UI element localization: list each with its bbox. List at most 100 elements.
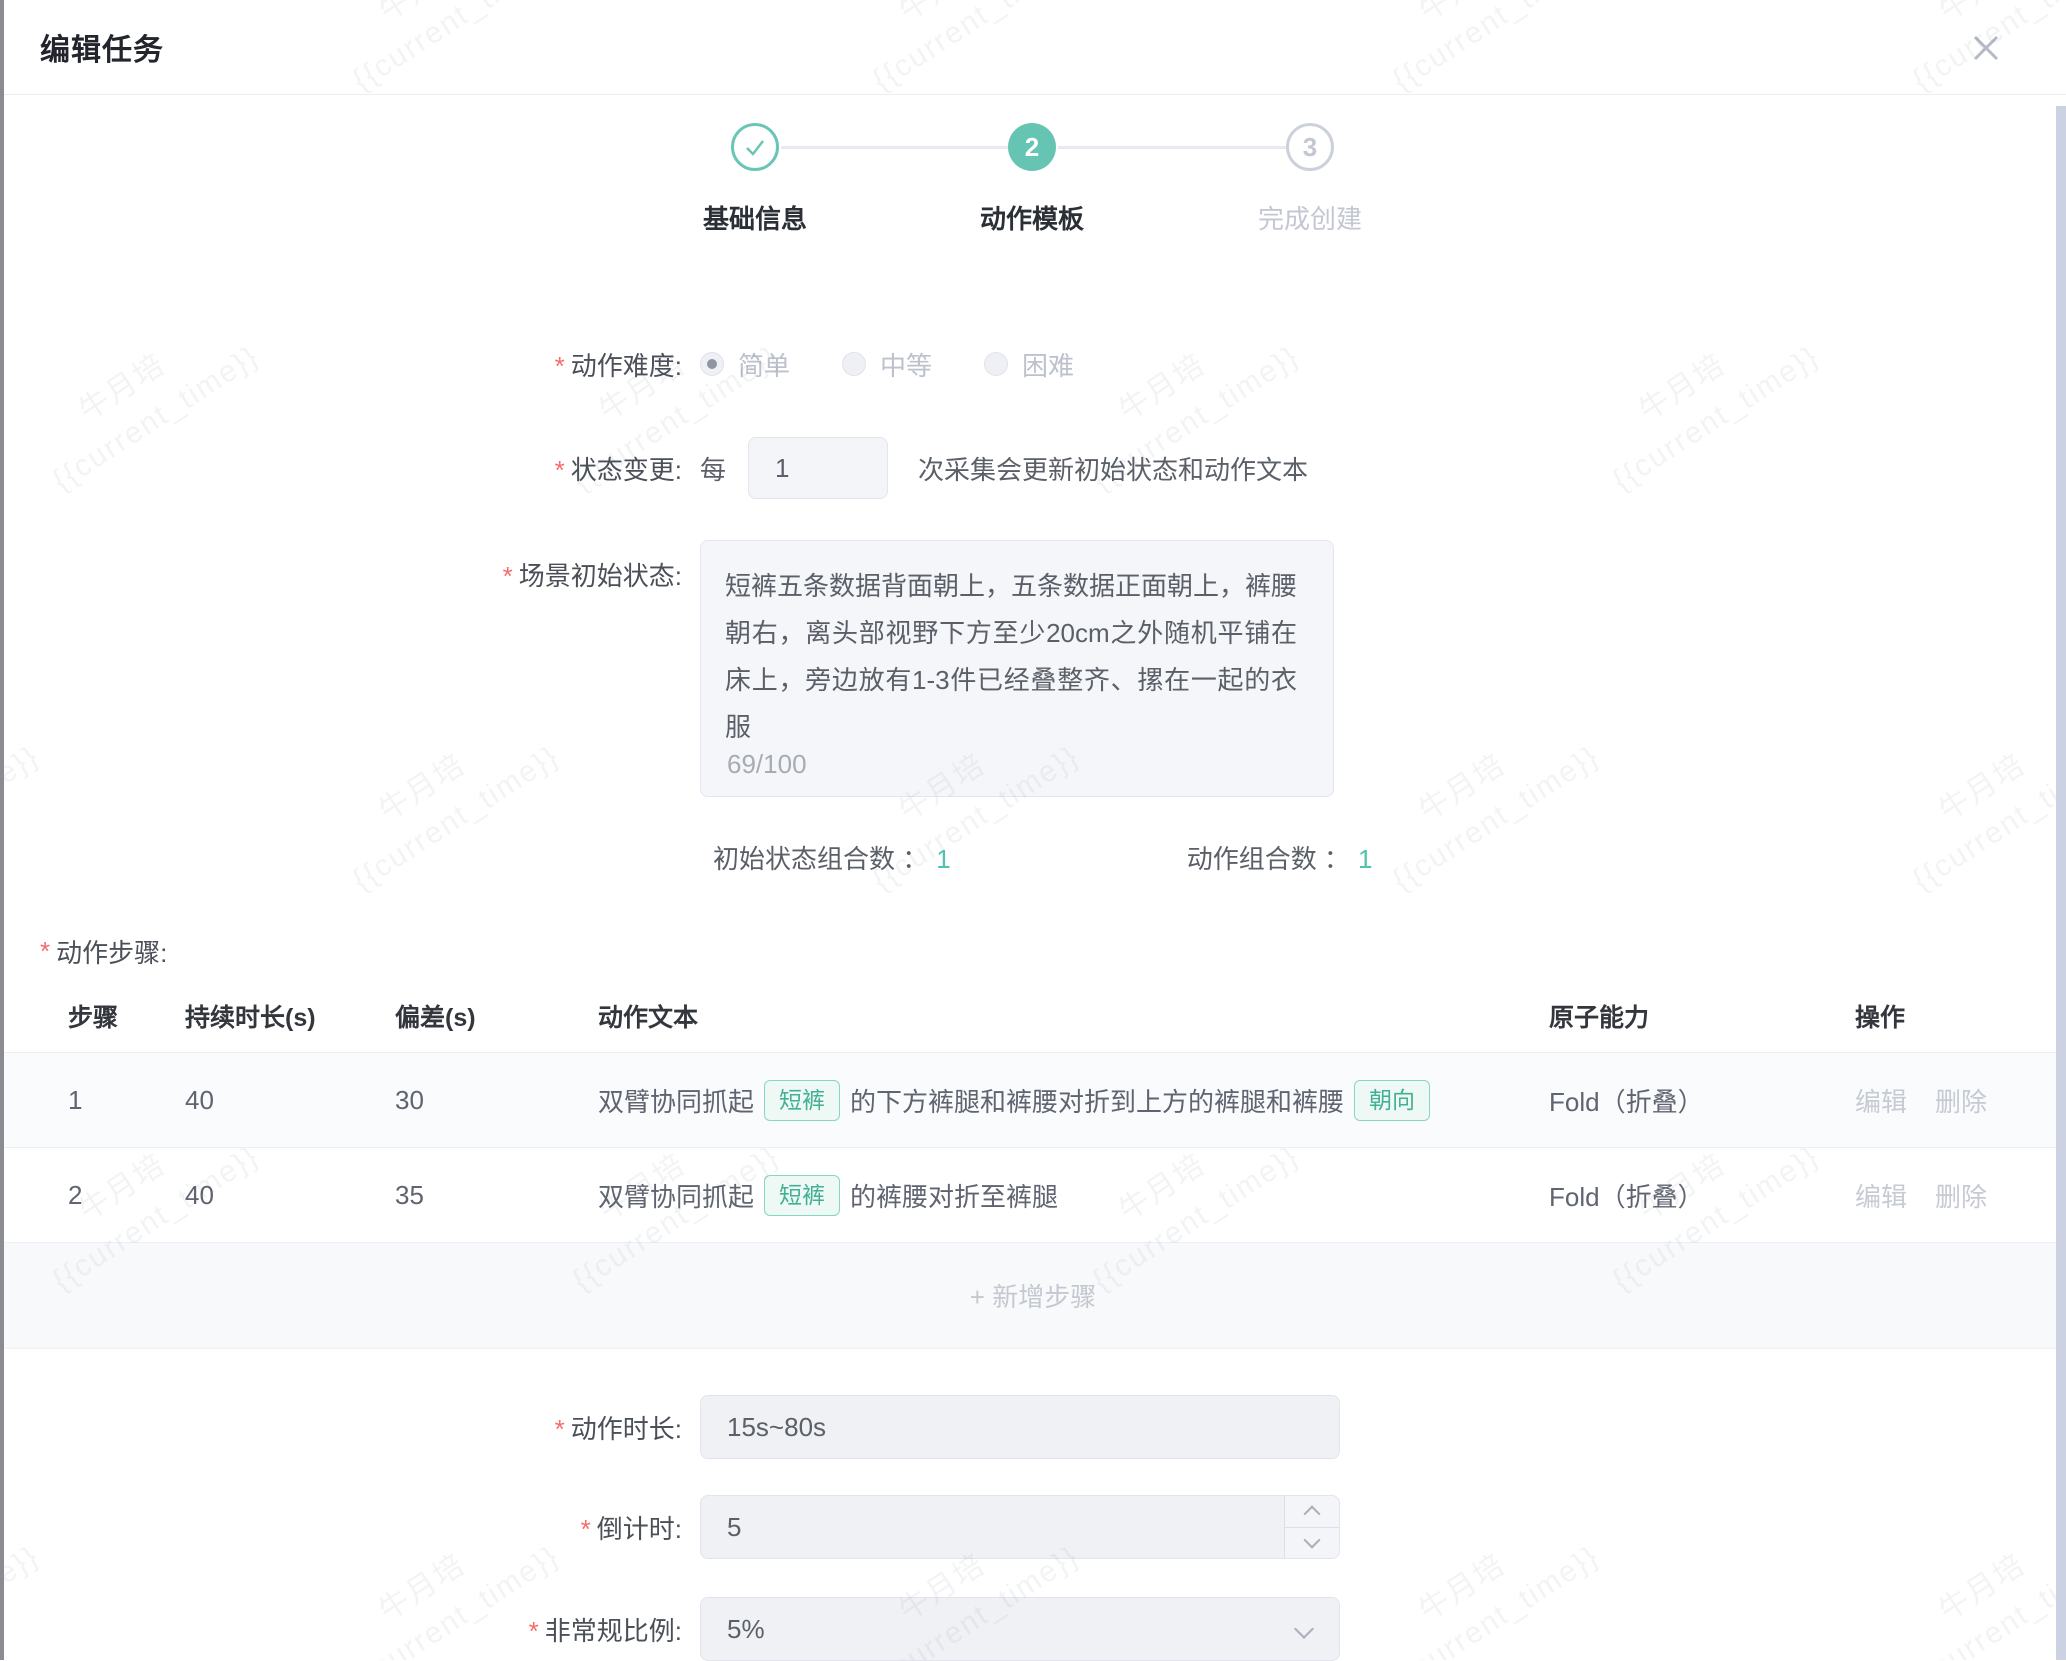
radio-simple-label: 简单	[738, 346, 790, 383]
decrement-button[interactable]	[1285, 1528, 1339, 1559]
table-row: 2 40 35 双臂协同抓起 短裤 的裤腰对折至裤腿 Fold（折叠） 编辑删除	[0, 1148, 2066, 1243]
col-header-text: 动作文本	[598, 998, 1549, 1034]
cell-deviation: 30	[395, 1085, 598, 1116]
radio-simple-circle[interactable]	[700, 352, 724, 376]
state-change-suffix: 次采集会更新初始状态和动作文本	[918, 450, 1308, 487]
delete-link[interactable]: 删除	[1935, 1182, 1987, 1212]
unconventional-ratio-value: 5%	[727, 1614, 765, 1645]
dialog-header: 编辑任务	[0, 0, 2066, 95]
countdown-row: *倒计时: 5	[0, 1495, 2066, 1559]
cell-duration: 40	[185, 1180, 395, 1211]
radio-hard-label: 困难	[1022, 346, 1074, 383]
required-mark: *	[581, 1514, 591, 1544]
cell-action-text: 双臂协同抓起 短裤 的下方裤腿和裤腰对折到上方的裤腿和裤腰 朝向	[598, 1080, 1549, 1121]
required-mark: *	[555, 1414, 565, 1444]
screenshot-left-edge	[0, 0, 4, 1660]
step-connector-2	[1058, 146, 1286, 149]
cell-operations: 编辑删除	[1855, 1082, 2066, 1119]
cell-ability: Fold（折叠）	[1549, 1082, 1855, 1119]
object-tag: 短裤	[764, 1080, 840, 1121]
vertical-scrollbar[interactable]	[2056, 106, 2066, 1660]
required-mark: *	[555, 455, 565, 485]
action-text-segment: 的下方裤腿和裤腰对折到上方的裤腿和裤腰	[850, 1082, 1344, 1119]
required-mark: *	[529, 1616, 539, 1646]
required-mark: *	[40, 936, 50, 967]
cell-action-text: 双臂协同抓起 短裤 的裤腰对折至裤腿	[598, 1175, 1549, 1216]
col-header-ability: 原子能力	[1549, 998, 1855, 1034]
step-1-indicator	[731, 123, 779, 171]
initial-state-row: *场景初始状态: 短裤五条数据背面朝上，五条数据正面朝上，裤腰朝右，离头部视野下…	[0, 540, 2066, 797]
difficulty-label: *动作难度:	[0, 346, 700, 383]
edit-link[interactable]: 编辑	[1855, 1182, 1907, 1212]
unconventional-ratio-row: *非常规比例: 5%	[0, 1597, 2066, 1661]
unconventional-ratio-label: *非常规比例:	[0, 1611, 700, 1648]
table-row: 1 40 30 双臂协同抓起 短裤 的下方裤腿和裤腰对折到上方的裤腿和裤腰 朝向…	[0, 1053, 2066, 1148]
step-3-label: 完成创建	[1190, 199, 1430, 236]
radio-hard-circle[interactable]	[984, 352, 1008, 376]
edit-link[interactable]: 编辑	[1855, 1087, 1907, 1117]
difficulty-row: *动作难度: 简单 中等 困难	[0, 341, 2066, 387]
step-1-label: 基础信息	[635, 199, 875, 236]
initial-state-textarea[interactable]: 短裤五条数据背面朝上，五条数据正面朝上，裤腰朝右，离头部视野下方至少20cm之外…	[700, 540, 1334, 797]
check-icon	[743, 135, 767, 159]
required-mark: *	[555, 351, 565, 381]
col-header-deviation: 偏差(s)	[395, 998, 598, 1034]
delete-link[interactable]: 删除	[1935, 1087, 1987, 1117]
chevron-down-icon	[1304, 1531, 1321, 1548]
orientation-tag: 朝向	[1354, 1080, 1430, 1121]
initial-state-text: 短裤五条数据背面朝上，五条数据正面朝上，裤腰朝右，离头部视野下方至少20cm之外…	[725, 563, 1297, 751]
action-text-segment: 双臂协同抓起	[598, 1177, 754, 1214]
countdown-input[interactable]: 5	[700, 1495, 1340, 1559]
initial-combo-count: 初始状态组合数 ：1	[713, 839, 951, 876]
initial-combo-value: 1	[936, 844, 950, 874]
chevron-up-icon	[1304, 1506, 1321, 1523]
step-3-number: 3	[1303, 132, 1317, 163]
close-icon	[1971, 33, 2001, 63]
radio-simple[interactable]: 简单	[700, 346, 790, 383]
state-change-prefix: 每	[700, 450, 726, 487]
action-combo-count: 动作组合数 ：1	[1187, 839, 1373, 876]
char-counter: 69/100	[727, 749, 807, 780]
radio-medium-circle[interactable]	[842, 352, 866, 376]
step-2-indicator: 2	[1008, 123, 1056, 171]
step-2-label: 动作模板	[912, 199, 1152, 236]
cell-deviation: 35	[395, 1180, 598, 1211]
action-steps-label: *动作步骤:	[0, 931, 2066, 971]
action-text-segment: 双臂协同抓起	[598, 1082, 754, 1119]
action-duration-row: *动作时长: 15s~80s	[0, 1395, 2066, 1459]
select-chevron-down-icon	[1294, 1619, 1314, 1639]
action-duration-input[interactable]: 15s~80s	[700, 1395, 1340, 1459]
action-text-segment: 的裤腰对折至裤腿	[850, 1177, 1058, 1214]
radio-medium[interactable]: 中等	[842, 346, 932, 383]
add-step-button[interactable]: + 新增步骤	[0, 1243, 2066, 1349]
radio-medium-label: 中等	[880, 346, 932, 383]
object-tag: 短裤	[764, 1175, 840, 1216]
action-duration-value: 15s~80s	[727, 1412, 826, 1443]
unconventional-ratio-select[interactable]: 5%	[700, 1597, 1340, 1661]
radio-hard[interactable]: 困难	[984, 346, 1074, 383]
cell-step: 2	[68, 1180, 185, 1211]
action-combo-value: 1	[1358, 844, 1372, 874]
step-connector-1	[781, 146, 1008, 149]
step-3-indicator: 3	[1286, 123, 1334, 171]
cell-operations: 编辑删除	[1855, 1177, 2066, 1214]
col-header-ops: 操作	[1855, 998, 2066, 1034]
table-header-row: 步骤 持续时长(s) 偏差(s) 动作文本 原子能力 操作	[0, 979, 2066, 1053]
dialog-title: 编辑任务	[40, 25, 164, 69]
stepper: 2 3 基础信息 动作模板 完成创建	[0, 123, 2066, 233]
state-change-input[interactable]: 1	[748, 437, 888, 499]
cell-step: 1	[68, 1085, 185, 1116]
combo-counts-row: 初始状态组合数 ：1 动作组合数 ：1	[0, 839, 2066, 875]
close-button[interactable]	[1966, 28, 2006, 68]
state-change-row: *状态变更: 每 1 次采集会更新初始状态和动作文本	[0, 437, 2066, 499]
action-duration-label: *动作时长:	[0, 1409, 700, 1446]
action-steps-table: 步骤 持续时长(s) 偏差(s) 动作文本 原子能力 操作 1 40 30 双臂…	[0, 979, 2066, 1349]
countdown-label: *倒计时:	[0, 1509, 700, 1546]
col-header-duration: 持续时长(s)	[185, 998, 395, 1034]
step-2-number: 2	[1025, 132, 1039, 163]
number-stepper	[1284, 1496, 1339, 1558]
increment-button[interactable]	[1285, 1496, 1339, 1528]
col-header-step: 步骤	[68, 998, 185, 1034]
cell-duration: 40	[185, 1085, 395, 1116]
cell-ability: Fold（折叠）	[1549, 1177, 1855, 1214]
